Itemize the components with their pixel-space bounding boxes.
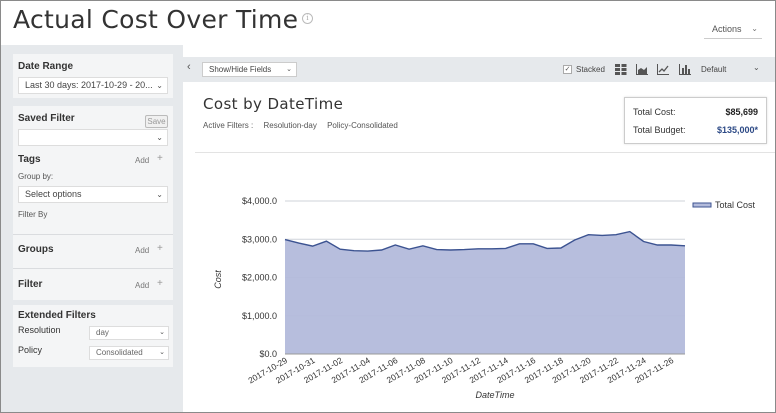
page-header: Actual Cost Over Time i Actions ⌄: [1, 1, 775, 45]
chevron-down-icon: ⌄: [156, 133, 163, 142]
chevron-down-icon: ⌄: [156, 81, 163, 90]
saved-filter-title: Saved Filter: [18, 113, 75, 124]
date-range-select[interactable]: Last 30 days: 2017-10-29 - 20... ⌄: [18, 77, 168, 94]
table-view-icon[interactable]: [615, 64, 627, 75]
date-range-title: Date Range: [18, 61, 74, 72]
chart-panel: Cost by DateTime Active Filters : Resolu…: [195, 82, 775, 412]
filter-title: Filter: [18, 279, 43, 290]
show-hide-fields-label: Show/Hide Fields: [209, 65, 272, 74]
chevron-down-icon: ⌄: [159, 329, 165, 336]
policy-value: Consolidated: [96, 348, 143, 357]
policy-select[interactable]: Consolidated ⌄: [89, 346, 169, 360]
chart-toolbar: ‹ Show/Hide Fields ⌄ ✓ Stacked Default ⌄: [183, 57, 775, 82]
info-icon[interactable]: i: [302, 13, 313, 24]
chevron-down-icon: ⌄: [156, 190, 163, 199]
chevron-down-icon[interactable]: ⌄: [753, 63, 760, 72]
actions-dropdown[interactable]: Actions ⌄: [704, 19, 762, 39]
tags-select-placeholder: Select options: [25, 189, 82, 199]
stacked-checkbox[interactable]: ✓: [563, 65, 572, 74]
extended-filters-title: Extended Filters: [18, 310, 96, 321]
tags-add-link[interactable]: Add: [135, 156, 149, 165]
y-tick-label: $0.0: [259, 349, 277, 359]
chevron-down-icon: ⌄: [286, 66, 292, 73]
date-range-panel: Date Range Last 30 days: 2017-10-29 - 20…: [13, 54, 173, 98]
chevron-down-icon: ⌄: [159, 349, 165, 356]
plus-icon[interactable]: +: [157, 278, 163, 289]
cost-area-chart: $0.0$1,000.0$2,000.0$3,000.0$4,000.02017…: [213, 196, 756, 400]
plus-icon[interactable]: +: [157, 153, 163, 164]
app-window: Actual Cost Over Time i Actions ⌄ Date R…: [0, 0, 776, 413]
filter-by-label: Filter By: [18, 210, 48, 219]
y-tick-label: $3,000.0: [242, 234, 277, 244]
x-axis-title: DateTime: [476, 390, 515, 400]
area-chart-icon[interactable]: [636, 64, 648, 75]
extended-filters-panel: Extended Filters Resolution day ⌄ Policy…: [13, 305, 173, 367]
show-hide-fields-dropdown[interactable]: Show/Hide Fields ⌄: [202, 62, 297, 77]
policy-label: Policy: [18, 345, 43, 355]
line-chart-icon[interactable]: [657, 64, 669, 75]
legend-label: Total Cost: [715, 200, 756, 210]
y-axis-title: Cost: [213, 270, 223, 289]
filters-panel: Saved Filter Save ⌄ Tags Add + Group by:…: [13, 106, 173, 300]
bar-chart-icon[interactable]: [679, 64, 691, 75]
plus-icon[interactable]: +: [157, 243, 163, 254]
view-preset-label[interactable]: Default: [701, 65, 726, 74]
tags-title: Tags: [18, 154, 41, 165]
divider: [13, 234, 173, 235]
group-by-label: Group by:: [18, 172, 54, 181]
resolution-value: day: [96, 328, 109, 337]
groups-add-link[interactable]: Add: [135, 246, 149, 255]
groups-title: Groups: [18, 244, 54, 255]
page-title: Actual Cost Over Time: [13, 5, 299, 34]
tags-group-by-select[interactable]: Select options ⌄: [18, 186, 168, 203]
date-range-value: Last 30 days: 2017-10-29 - 20...: [25, 80, 153, 90]
divider: [13, 268, 173, 269]
legend-swatch: [692, 202, 712, 208]
save-filter-button[interactable]: Save: [145, 115, 168, 128]
resolution-select[interactable]: day ⌄: [89, 326, 169, 340]
y-tick-label: $2,000.0: [242, 273, 277, 283]
stacked-label: Stacked: [576, 65, 605, 74]
y-tick-label: $1,000.0: [242, 311, 277, 321]
y-tick-label: $4,000.0: [242, 196, 277, 206]
chevron-down-icon: ⌄: [751, 24, 758, 33]
resolution-label: Resolution: [18, 325, 61, 335]
filter-add-link[interactable]: Add: [135, 281, 149, 290]
filter-sidebar: Date Range Last 30 days: 2017-10-29 - 20…: [1, 45, 183, 412]
saved-filter-select[interactable]: ⌄: [18, 129, 168, 146]
actions-label: Actions: [712, 24, 742, 34]
chevron-left-icon[interactable]: ‹: [187, 61, 191, 73]
